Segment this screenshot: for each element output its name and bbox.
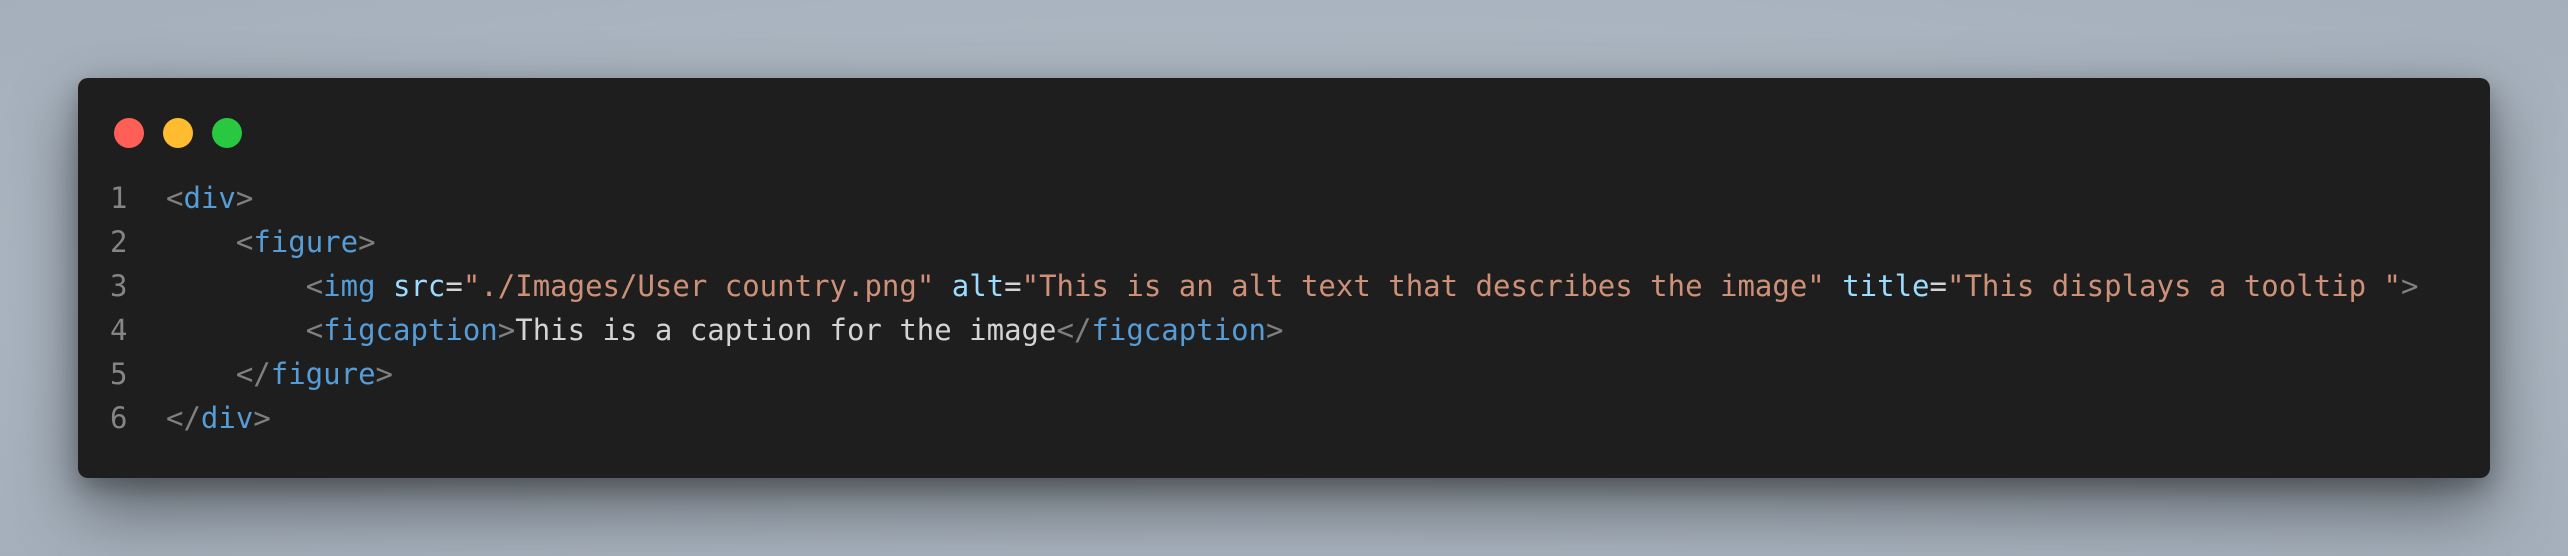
code-punctuation: > (358, 225, 376, 259)
line-number: 6 (110, 401, 128, 435)
code-text: This is a caption for the image (515, 313, 1057, 347)
code-punctuation: > (375, 357, 393, 391)
code-punctuation: < (235, 225, 254, 259)
code-block: 1 <div> 2 <figure> 3 <img src="./Images/Use… (78, 176, 2490, 440)
code-line: 2 <figure> (78, 220, 2490, 264)
line-number: 1 (110, 181, 128, 215)
code-window: 1 <div> 2 <figure> 3 <img src="./Images/Use… (78, 78, 2490, 478)
code-tag-name: figure (270, 357, 376, 391)
window-titlebar (78, 78, 2490, 188)
code-punctuation: > (497, 313, 516, 347)
code-punctuation: > (235, 181, 254, 215)
code-line-content[interactable]: </figure> (166, 352, 393, 396)
code-punctuation: > (2400, 269, 2419, 303)
close-window-icon[interactable] (114, 118, 144, 148)
minimize-window-icon[interactable] (163, 118, 193, 148)
code-punctuation: > (1266, 313, 1284, 347)
code-line-content[interactable]: <img src="./Images/User country.png" alt… (166, 264, 2419, 308)
code-line-content[interactable]: </div> (166, 396, 271, 440)
code-tag-name: div (200, 401, 254, 435)
code-equals: = (1929, 269, 1947, 303)
code-tag-name: figcaption (323, 313, 498, 347)
code-string: "This displays a tooltip " (1947, 269, 2401, 303)
code-string: "This is an alt text that describes the … (1021, 269, 1825, 303)
code-string: "./Images/User country.png" (462, 269, 935, 303)
code-punctuation: </ (166, 401, 201, 435)
code-equals: = (445, 269, 463, 303)
code-tag-name: figure (253, 225, 359, 259)
line-number: 4 (110, 313, 128, 347)
code-line: 3 <img src="./Images/User country.png" a… (78, 264, 2490, 308)
line-number: 2 (110, 225, 128, 259)
code-line-content[interactable]: <figure> (166, 220, 376, 264)
code-punctuation: </ (235, 357, 271, 391)
code-attribute-name: title (1842, 269, 1930, 303)
line-number: 5 (110, 357, 128, 391)
zoom-window-icon[interactable] (212, 118, 242, 148)
code-line: 4 <figcaption>This is a caption for the … (78, 308, 2490, 352)
code-tag-name: img (323, 269, 376, 303)
code-line: 5 </figure> (78, 352, 2490, 396)
code-equals: = (1004, 269, 1022, 303)
code-line-content[interactable]: <figcaption>This is a caption for the im… (166, 308, 1284, 352)
code-attribute-name: alt (951, 269, 1005, 303)
code-line-content[interactable]: <div> (166, 176, 253, 220)
code-tag-name: figcaption (1091, 313, 1267, 347)
code-attribute-name: src (393, 269, 446, 303)
line-number: 3 (110, 269, 128, 303)
code-punctuation: < (166, 181, 184, 215)
code-punctuation: </ (1056, 313, 1092, 347)
code-tag-name: div (183, 181, 236, 215)
code-punctuation: < (305, 269, 324, 303)
code-line: 6 </div> (78, 396, 2490, 440)
code-line: 1 <div> (78, 176, 2490, 220)
code-punctuation: < (305, 313, 324, 347)
code-punctuation: > (253, 401, 271, 435)
